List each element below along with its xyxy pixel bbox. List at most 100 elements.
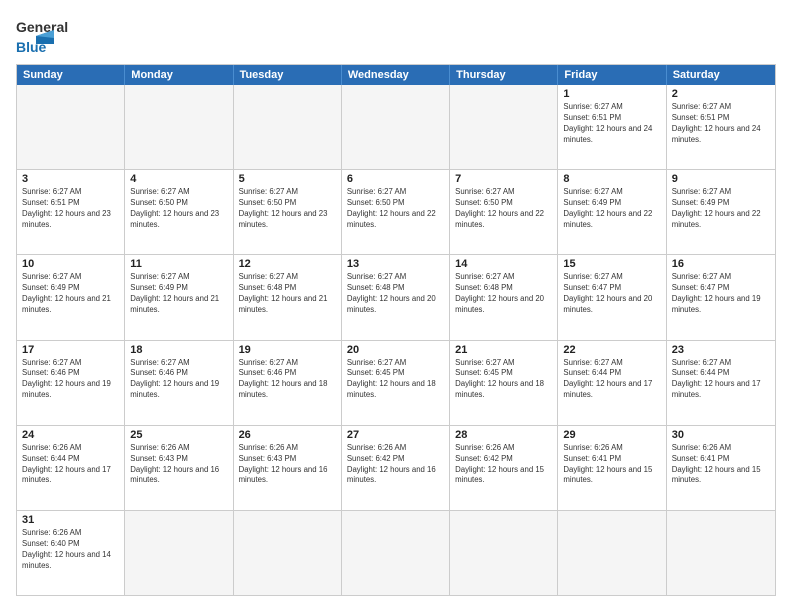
day-info: Sunrise: 6:27 AM Sunset: 6:47 PM Dayligh… [672,272,770,316]
day-number: 10 [22,258,119,270]
day-number: 11 [130,258,227,270]
day-number: 8 [563,173,660,185]
day-info: Sunrise: 6:27 AM Sunset: 6:51 PM Dayligh… [22,187,119,231]
day-number: 24 [22,429,119,441]
cal-cell [558,511,666,595]
day-number: 28 [455,429,552,441]
cal-row-3: 17Sunrise: 6:27 AM Sunset: 6:46 PM Dayli… [17,340,775,425]
svg-text:Blue: Blue [16,39,47,55]
header: General Blue [16,16,776,56]
cal-cell: 5Sunrise: 6:27 AM Sunset: 6:50 PM Daylig… [234,170,342,254]
cal-cell: 18Sunrise: 6:27 AM Sunset: 6:46 PM Dayli… [125,341,233,425]
day-info: Sunrise: 6:27 AM Sunset: 6:50 PM Dayligh… [347,187,444,231]
day-info: Sunrise: 6:26 AM Sunset: 6:40 PM Dayligh… [22,528,119,572]
day-number: 29 [563,429,660,441]
cal-cell [342,511,450,595]
day-info: Sunrise: 6:26 AM Sunset: 6:42 PM Dayligh… [455,443,552,487]
cal-cell: 28 Sunrise: 6:26 AM Sunset: 6:42 PM Dayli… [450,426,558,510]
day-number: 16 [672,258,770,270]
day-info: Sunrise: 6:27 AM Sunset: 6:49 PM Dayligh… [22,272,119,316]
day-info: Sunrise: 6:27 AM Sunset: 6:48 PM Dayligh… [347,272,444,316]
cal-cell [667,511,775,595]
cal-header-thursday: Thursday [450,65,558,85]
day-info: Sunrise: 6:27 AM Sunset: 6:45 PM Dayligh… [347,358,444,402]
cal-header-tuesday: Tuesday [234,65,342,85]
cal-header-friday: Friday [558,65,666,85]
day-info: Sunrise: 6:26 AM Sunset: 6:42 PM Dayligh… [347,443,444,487]
day-info: Sunrise: 6:27 AM Sunset: 6:46 PM Dayligh… [239,358,336,402]
cal-cell: 26Sunrise: 6:26 AM Sunset: 6:43 PM Dayli… [234,426,342,510]
day-info: Sunrise: 6:27 AM Sunset: 6:49 PM Dayligh… [130,272,227,316]
cal-cell [17,85,125,169]
day-info: Sunrise: 6:27 AM Sunset: 6:50 PM Dayligh… [130,187,227,231]
day-info: Sunrise: 6:26 AM Sunset: 6:43 PM Dayligh… [130,443,227,487]
cal-row-1: 3Sunrise: 6:27 AM Sunset: 6:51 PM Daylig… [17,169,775,254]
day-info: Sunrise: 6:26 AM Sunset: 6:44 PM Dayligh… [22,443,119,487]
cal-cell: 13 Sunrise: 6:27 AM Sunset: 6:48 PM Dayli… [342,255,450,339]
day-number: 26 [239,429,336,441]
cal-cell: 2Sunrise: 6:27 AM Sunset: 6:51 PM Daylig… [667,85,775,169]
cal-cell: 14Sunrise: 6:27 AM Sunset: 6:48 PM Dayli… [450,255,558,339]
svg-text:General: General [16,19,68,35]
day-number: 27 [347,429,444,441]
cal-row-4: 24 Sunrise: 6:26 AM Sunset: 6:44 PM Dayli… [17,425,775,510]
day-number: 9 [672,173,770,185]
logo: General Blue [16,16,76,56]
day-number: 30 [672,429,770,441]
cal-cell [125,511,233,595]
cal-header-wednesday: Wednesday [342,65,450,85]
day-info: Sunrise: 6:27 AM Sunset: 6:50 PM Dayligh… [455,187,552,231]
day-info: Sunrise: 6:27 AM Sunset: 6:44 PM Dayligh… [563,358,660,402]
cal-cell: 4 Sunrise: 6:27 AM Sunset: 6:50 PM Daylig… [125,170,233,254]
cal-cell [450,85,558,169]
cal-cell: 7 Sunrise: 6:27 AM Sunset: 6:50 PM Daylig… [450,170,558,254]
cal-cell: 30Sunrise: 6:26 AM Sunset: 6:41 PM Dayli… [667,426,775,510]
calendar-body: 1 Sunrise: 6:27 AM Sunset: 6:51 PM Daylig… [17,85,775,595]
cal-cell: 22 Sunrise: 6:27 AM Sunset: 6:44 PM Dayli… [558,341,666,425]
day-info: Sunrise: 6:27 AM Sunset: 6:49 PM Dayligh… [672,187,770,231]
cal-cell: 24 Sunrise: 6:26 AM Sunset: 6:44 PM Dayli… [17,426,125,510]
day-number: 12 [239,258,336,270]
calendar-header: SundayMondayTuesdayWednesdayThursdayFrid… [17,65,775,85]
cal-cell [234,85,342,169]
generalblue-icon: General Blue [16,16,76,56]
cal-cell: 10 Sunrise: 6:27 AM Sunset: 6:49 PM Dayli… [17,255,125,339]
cal-row-2: 10 Sunrise: 6:27 AM Sunset: 6:49 PM Dayli… [17,254,775,339]
day-number: 14 [455,258,552,270]
cal-cell: 19Sunrise: 6:27 AM Sunset: 6:46 PM Dayli… [234,341,342,425]
cal-header-saturday: Saturday [667,65,775,85]
day-number: 7 [455,173,552,185]
cal-cell: 17Sunrise: 6:27 AM Sunset: 6:46 PM Dayli… [17,341,125,425]
day-number: 15 [563,258,660,270]
day-number: 18 [130,344,227,356]
cal-cell: 23Sunrise: 6:27 AM Sunset: 6:44 PM Dayli… [667,341,775,425]
cal-cell: 21Sunrise: 6:27 AM Sunset: 6:45 PM Dayli… [450,341,558,425]
day-number: 2 [672,88,770,100]
day-info: Sunrise: 6:27 AM Sunset: 6:50 PM Dayligh… [239,187,336,231]
cal-cell: 11 Sunrise: 6:27 AM Sunset: 6:49 PM Dayli… [125,255,233,339]
day-info: Sunrise: 6:27 AM Sunset: 6:49 PM Dayligh… [563,187,660,231]
day-number: 13 [347,258,444,270]
day-number: 25 [130,429,227,441]
cal-cell: 16 Sunrise: 6:27 AM Sunset: 6:47 PM Dayli… [667,255,775,339]
calendar: SundayMondayTuesdayWednesdayThursdayFrid… [16,64,776,596]
day-info: Sunrise: 6:27 AM Sunset: 6:51 PM Dayligh… [563,102,660,146]
day-number: 6 [347,173,444,185]
day-number: 1 [563,88,660,100]
cal-cell: 15Sunrise: 6:27 AM Sunset: 6:47 PM Dayli… [558,255,666,339]
day-info: Sunrise: 6:27 AM Sunset: 6:45 PM Dayligh… [455,358,552,402]
cal-cell: 1 Sunrise: 6:27 AM Sunset: 6:51 PM Daylig… [558,85,666,169]
cal-row-0: 1 Sunrise: 6:27 AM Sunset: 6:51 PM Daylig… [17,85,775,169]
page: General Blue SundayMondayTuesdayWednesday… [0,0,792,612]
day-number: 22 [563,344,660,356]
cal-row-5: 31 Sunrise: 6:26 AM Sunset: 6:40 PM Dayli… [17,510,775,595]
cal-cell [234,511,342,595]
day-number: 23 [672,344,770,356]
cal-cell: 31 Sunrise: 6:26 AM Sunset: 6:40 PM Dayli… [17,511,125,595]
day-number: 31 [22,514,119,526]
cal-cell [342,85,450,169]
day-number: 4 [130,173,227,185]
cal-cell: 6 Sunrise: 6:27 AM Sunset: 6:50 PM Daylig… [342,170,450,254]
cal-cell: 3Sunrise: 6:27 AM Sunset: 6:51 PM Daylig… [17,170,125,254]
cal-cell: 20Sunrise: 6:27 AM Sunset: 6:45 PM Dayli… [342,341,450,425]
